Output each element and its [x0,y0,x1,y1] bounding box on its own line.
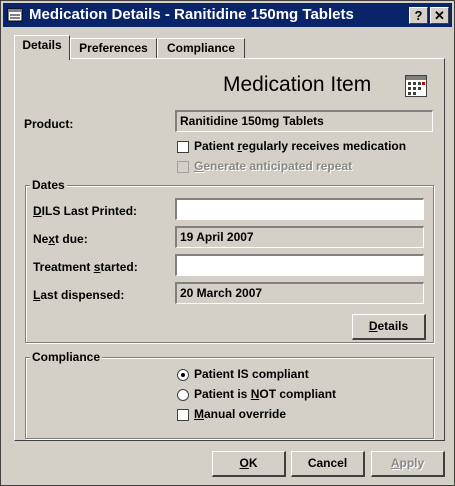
window-app-icon [7,8,23,22]
dils-last-printed-input[interactable] [175,198,424,220]
apply-button[interactable]: Apply [371,451,445,477]
manual-override-label[interactable]: Manual override [194,407,286,421]
treatment-started-input[interactable] [175,254,424,276]
regular-medication-label[interactable]: Patient regularly receives medication [194,139,406,153]
dils-last-printed-label: DILS Last Printed: [33,204,138,218]
compliance-group-title: Compliance [30,350,103,364]
tab-preferences[interactable]: Preferences [70,38,157,58]
tab-details[interactable]: Details [14,35,70,60]
anticipated-repeat-checkbox[interactable] [177,161,189,173]
cancel-button[interactable]: Cancel [291,451,365,477]
treatment-started-label: Treatment started: [33,260,138,274]
page-heading: Medication Item [223,73,372,96]
product-label: Product: [24,117,74,131]
anticipated-repeat-label: Generate anticipated repeat [194,159,353,173]
not-compliant-radio[interactable] [177,389,189,401]
medication-details-window: Medication Details - Ranitidine 150mg Ta… [0,0,455,486]
close-button[interactable]: ✕ [430,7,449,24]
compliant-label[interactable]: Patient IS compliant [194,367,309,381]
ok-button[interactable]: OK [212,451,286,477]
dates-group-title: Dates [30,178,67,192]
next-due-field: 19 April 2007 [175,226,424,248]
regular-medication-checkbox[interactable] [177,141,189,153]
manual-override-checkbox[interactable] [177,409,189,421]
radio-selected-dot [181,373,185,377]
details-button[interactable]: Details [352,314,426,340]
title-bar[interactable]: Medication Details - Ranitidine 150mg Ta… [3,3,452,27]
product-field: Ranitidine 150mg Tablets [175,110,433,132]
next-due-label: Next due: [33,232,88,246]
calendar-grid-icon [405,75,427,97]
last-dispensed-label: Last dispensed: [33,288,125,302]
help-button[interactable]: ? [409,7,428,24]
not-compliant-label[interactable]: Patient is NOT compliant [194,387,336,401]
last-dispensed-field: 20 March 2007 [175,282,424,304]
compliant-radio[interactable] [177,369,189,381]
tab-compliance[interactable]: Compliance [157,38,245,58]
window-title: Medication Details - Ranitidine 150mg Ta… [29,6,354,23]
